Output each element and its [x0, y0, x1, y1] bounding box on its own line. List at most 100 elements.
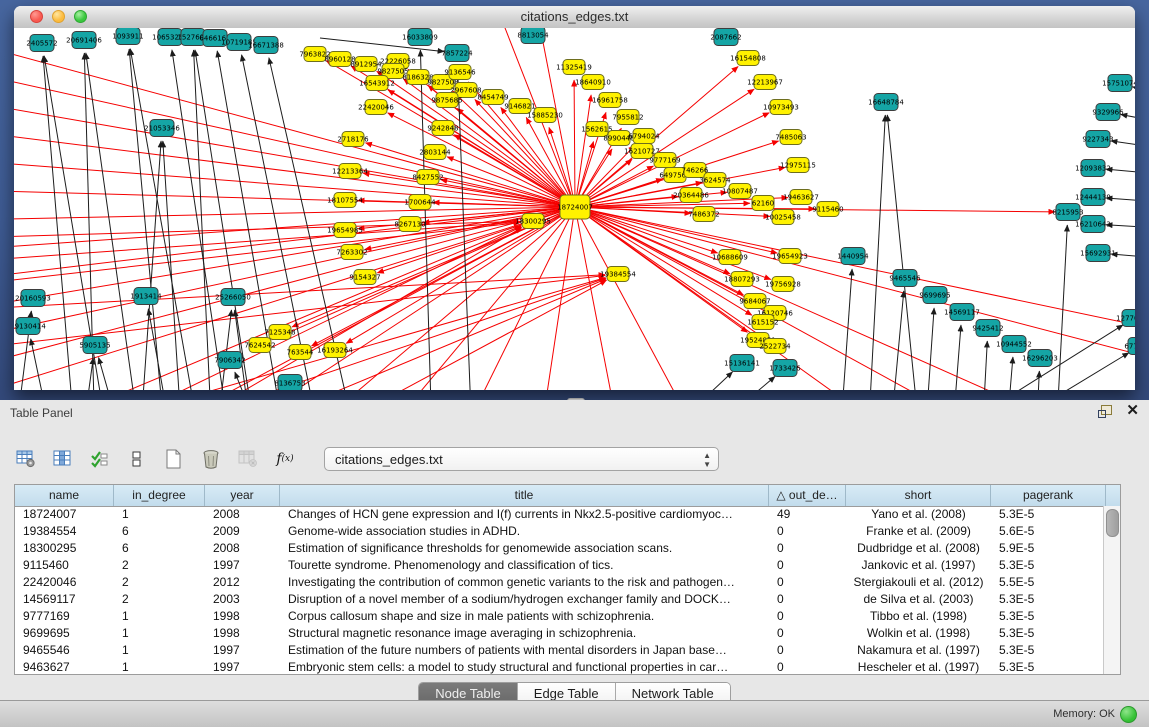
cell-pagerank: 5.9E-5 [991, 540, 1104, 557]
column-header-name[interactable]: name [15, 485, 114, 506]
graph-node-label: 9227343 [1082, 136, 1113, 144]
graph-node-label: 7955812 [612, 114, 643, 122]
graph-node-label: 18640910 [575, 79, 611, 87]
red-edge [14, 160, 575, 207]
cell-year: 1998 [205, 625, 280, 642]
graph-node-label: 21053346 [144, 125, 180, 133]
select-rows-icon[interactable] [88, 448, 112, 470]
cell-name: 9463627 [15, 659, 114, 674]
table-row[interactable]: 911546021997Tourette syndrome. Phenomeno… [15, 557, 1104, 574]
cell-year: 1997 [205, 659, 280, 674]
cell-short: Nakamura et al. (1997) [846, 642, 991, 659]
table-options-icon[interactable] [14, 448, 38, 470]
graph-node-label: 7624542 [244, 342, 275, 350]
memory-status-label: Memory: OK [1053, 708, 1115, 720]
black-edge [148, 309, 172, 390]
graph-node-label: 9242848 [427, 125, 458, 133]
scrollbar-thumb[interactable] [1106, 509, 1119, 537]
cell-short: Franke et al. (2009) [846, 523, 991, 540]
network-canvas[interactable]: 1872400779638228960128891295422226058982… [14, 28, 1135, 390]
graph-node-label: 19654923 [772, 253, 808, 261]
table-selector-dropdown[interactable]: citations_edges.txt ▲▼ [324, 447, 719, 471]
cell-pagerank: 5.6E-5 [991, 523, 1104, 540]
table-row[interactable]: 969969511998Structural magnetic resonanc… [15, 625, 1104, 642]
column-header-out_de…[interactable]: △ out_de… [769, 485, 846, 506]
graph-node-label: 19384554 [600, 271, 636, 279]
black-edge [868, 115, 885, 390]
graph-node-label: 15692931 [1080, 250, 1116, 258]
graph-node-label: 25266050 [215, 294, 251, 302]
table-row[interactable]: 1456911722003Disruption of a novel membe… [15, 591, 1104, 608]
graph-node-label: 8136753 [274, 380, 305, 388]
float-panel-icon[interactable] [1098, 405, 1112, 418]
cell-pagerank: 5.3E-5 [991, 506, 1104, 523]
cell-in_degree: 6 [114, 540, 205, 557]
window-titlebar[interactable]: citations_edges.txt [14, 6, 1135, 29]
red-edge [575, 207, 771, 279]
graph-node-label: 7857224 [441, 50, 473, 58]
cell-year: 2008 [205, 506, 280, 523]
citation-network-graph: 1872400779638228960128891295422226058982… [14, 28, 1135, 390]
table-selector-value: citations_edges.txt [335, 452, 443, 467]
table-panel: Table Panel ✕ [0, 400, 1149, 700]
graph-node-label: 7906342 [214, 357, 245, 365]
graph-node-label: 9465546 [889, 275, 921, 283]
graph-node-label: 1913414 [130, 293, 162, 301]
table-row[interactable]: 977716911998Corpus callosum shape and si… [15, 608, 1104, 625]
black-edge [82, 358, 93, 390]
row-height-icon[interactable] [125, 448, 149, 470]
cell-title: Estimation of the future numbers of pati… [280, 642, 769, 659]
cell-in_degree: 6 [114, 523, 205, 540]
cell-title: Estimation of significance thresholds fo… [280, 540, 769, 557]
node-table[interactable]: namein_degreeyeartitle△ out_de…shortpage… [14, 484, 1121, 675]
cell-in_degree: 1 [114, 625, 205, 642]
cell-in_degree: 1 [114, 642, 205, 659]
graph-node-label: 16543912 [359, 80, 395, 88]
cell-short: de Silva et al. (2003) [846, 591, 991, 608]
cell-out_de…: 49 [769, 506, 846, 523]
cell-year: 2003 [205, 591, 280, 608]
table-row[interactable]: 1830029562008Estimation of significance … [15, 540, 1104, 557]
table-row[interactable]: 2242004622012Investigating the contribut… [15, 574, 1104, 591]
cell-title: Investigating the contribution of common… [280, 574, 769, 591]
close-panel-icon[interactable]: ✕ [1126, 404, 1139, 418]
memory-status-icon [1120, 706, 1137, 723]
graph-node-label: 20364486 [673, 192, 709, 200]
show-columns-icon[interactable] [51, 448, 75, 470]
graph-node-label: 9875685 [431, 97, 462, 105]
black-edge [1132, 87, 1135, 95]
cell-pagerank: 5.3E-5 [991, 608, 1104, 625]
graph-node-label: 9146821 [504, 103, 535, 111]
graph-node-label: 5905135 [79, 342, 110, 350]
graph-node-label: 2803144 [419, 149, 451, 157]
cell-in_degree: 1 [114, 608, 205, 625]
cell-name: 9465546 [15, 642, 114, 659]
table-row[interactable]: 1872400712008Changes of HCN gene express… [15, 506, 1104, 523]
cell-pagerank: 5.3E-5 [991, 591, 1104, 608]
new-table-icon[interactable] [162, 448, 186, 470]
import-table-icon[interactable] [236, 448, 260, 470]
cell-out_de…: 0 [769, 642, 846, 659]
graph-node-label: 15136141 [724, 360, 760, 368]
table-row[interactable]: 946362711997Embryonic stem cells: a mode… [15, 659, 1104, 674]
vertical-scrollbar[interactable] [1103, 506, 1120, 674]
red-edge [220, 207, 575, 390]
network-view-window[interactable]: citations_edges.txt 18724007796382289601… [14, 6, 1135, 390]
graph-node-label: 8813054 [517, 32, 549, 40]
cell-year: 1997 [205, 557, 280, 574]
column-header-in_degree[interactable]: in_degree [114, 485, 205, 506]
table-row[interactable]: 946554611997Estimation of the future num… [15, 642, 1104, 659]
function-builder-icon[interactable]: f(x) [273, 448, 297, 470]
graph-node-label: 10944552 [996, 341, 1032, 349]
column-header-year[interactable]: year [205, 485, 280, 506]
cell-title: Changes of HCN gene expression and I(f) … [280, 506, 769, 523]
graph-node-label: 16296203 [1022, 355, 1058, 363]
column-header-pagerank[interactable]: pagerank [991, 485, 1106, 506]
graph-node-label: 2522734 [759, 343, 791, 351]
table-row[interactable]: 1938455462009Genome-wide association stu… [15, 523, 1104, 540]
delete-table-icon[interactable] [199, 448, 223, 470]
graph-node-label: 16648784 [868, 99, 904, 107]
red-edge [574, 80, 575, 207]
column-header-short[interactable]: short [846, 485, 991, 506]
column-header-title[interactable]: title [280, 485, 769, 506]
